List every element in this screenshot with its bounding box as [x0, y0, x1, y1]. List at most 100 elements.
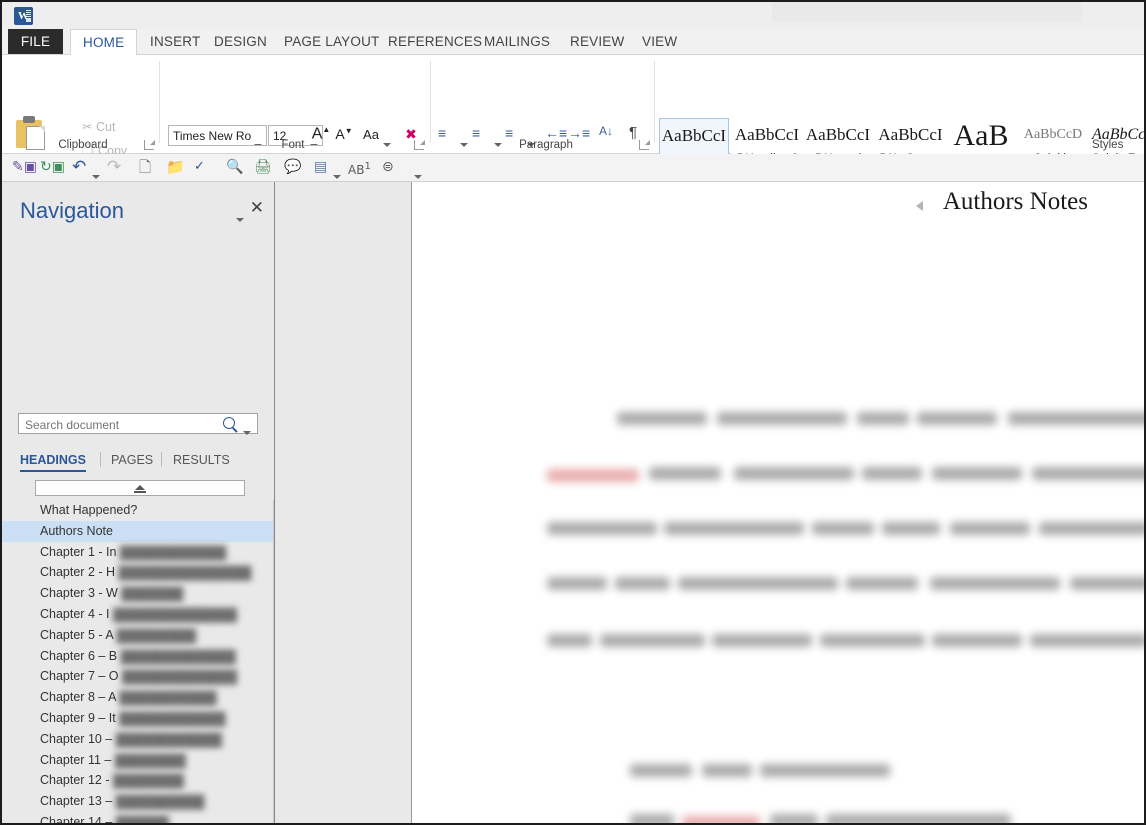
- tab-file[interactable]: FILE: [8, 29, 63, 54]
- paragraph-group-label: Paragraph: [436, 139, 656, 151]
- paragraph-dialog-launcher[interactable]: [639, 140, 649, 150]
- heading-label: Chapter 2 - H: [40, 565, 115, 579]
- headings-collapse-bar[interactable]: [35, 480, 245, 496]
- font-dialog-launcher[interactable]: [414, 140, 424, 150]
- sort-icon[interactable]: A↓: [599, 124, 613, 138]
- list-item[interactable]: Chapter 10 – ████████████: [2, 729, 274, 750]
- title-bar-shade: [772, 2, 1082, 22]
- list-item[interactable]: Chapter 13 – ██████████: [2, 791, 274, 812]
- style-sample: AaBbCcI: [803, 118, 873, 152]
- list-item[interactable]: Chapter 11 – ████████: [2, 750, 274, 771]
- heading-blurred-text: █████████████: [121, 647, 236, 668]
- font-group-label: Font: [168, 139, 418, 151]
- heading-label: Chapter 9 – It: [40, 711, 116, 725]
- word-logo-lines: [26, 10, 31, 22]
- word-window: W FILE HOME INSERT DESIGN PAGE LAYOUT RE…: [0, 0, 1146, 825]
- heading-label: Chapter 13 –: [40, 794, 112, 808]
- collapse-all-icon: [135, 485, 145, 490]
- style-sample: AaBbCcI: [873, 118, 948, 152]
- heading-blurred-text: ███████: [121, 584, 183, 605]
- heading-label: Chapter 12 -: [40, 773, 109, 787]
- style-sample: AaBbCcI: [731, 118, 803, 152]
- heading-blurred-text: ██████: [116, 813, 169, 825]
- document-page[interactable]: Authors Notes: [412, 182, 1144, 825]
- headings-list[interactable]: What Happened? Authors Note Chapter 1 - …: [2, 500, 274, 825]
- list-item[interactable]: What Happened?: [2, 500, 274, 521]
- quick-access-toolbar: ✎▣ ↻▣ ↶ ↷ 🗋 📁 ✓ 🔍 🖨 💬 ▤ AB1 ⊜: [2, 154, 1144, 182]
- word-logo-icon: W: [14, 7, 33, 25]
- heading-label: Chapter 1 - In: [40, 545, 116, 559]
- list-item[interactable]: Chapter 2 - H ███████████████: [2, 562, 274, 583]
- list-item[interactable]: Chapter 1 - In ████████████: [2, 542, 274, 563]
- tab-design[interactable]: DESIGN: [202, 29, 279, 54]
- track-changes-icon[interactable]: ✎▣: [12, 158, 37, 176]
- navtab-results[interactable]: RESULTS: [173, 453, 230, 467]
- list-item[interactable]: Chapter 8 – A ███████████: [2, 687, 274, 708]
- cut-command: ✂ Cut: [82, 119, 115, 134]
- search-icon[interactable]: [223, 417, 235, 429]
- layout-icon[interactable]: ▤: [314, 158, 327, 176]
- search-input[interactable]: [23, 414, 217, 435]
- ribbon: Paste ✂ Cut 🗍 Copy ✓ Format Painter Clip…: [2, 55, 1144, 154]
- list-item[interactable]: Chapter 4 - I ██████████████: [2, 604, 274, 625]
- heading-blurred-text: █████████████: [122, 667, 237, 688]
- search-document-box[interactable]: [18, 413, 258, 434]
- style-sample: AaB: [948, 118, 1014, 154]
- navtab-pages[interactable]: PAGES: [111, 453, 153, 467]
- heading-label: Chapter 4 - I: [40, 607, 109, 621]
- navigation-options-icon[interactable]: [236, 209, 244, 227]
- heading-label: Chapter 3 - W: [40, 586, 118, 600]
- heading-blurred-text: ████████████: [116, 730, 222, 751]
- scissors-icon: ✂: [82, 120, 92, 134]
- list-item[interactable]: Chapter 3 - W ███████: [2, 583, 274, 604]
- refresh-changes-icon[interactable]: ↻▣: [40, 158, 65, 176]
- new-document-icon[interactable]: 🗋: [139, 158, 151, 176]
- navtab-headings[interactable]: HEADINGS: [20, 453, 86, 472]
- collapse-triangle-icon[interactable]: [916, 201, 923, 211]
- styles-group-label: Styles: [1092, 139, 1146, 151]
- tab-home[interactable]: HOME: [70, 29, 137, 56]
- spelling-check-icon[interactable]: ✓: [194, 158, 205, 176]
- page-title: Authors Notes: [943, 188, 1088, 216]
- page-title-text: Authors Notes: [943, 188, 1088, 215]
- list-item[interactable]: Chapter 9 – It ████████████: [2, 708, 274, 729]
- list-item[interactable]: Chapter 12 - ████████: [2, 770, 274, 791]
- tab-page-layout[interactable]: PAGE LAYOUT: [272, 29, 391, 54]
- style-sample: AaBbCcD: [1014, 118, 1092, 152]
- print-icon[interactable]: 🖨: [254, 158, 272, 176]
- title-bar: W: [2, 2, 1144, 29]
- tab-mailings[interactable]: MAILINGS: [472, 29, 562, 54]
- list-item[interactable]: Chapter 14 – ██████: [2, 812, 274, 825]
- page-break-icon[interactable]: ⊜: [382, 158, 394, 176]
- tab-review[interactable]: REVIEW: [558, 29, 636, 54]
- document-gutter: [276, 182, 412, 825]
- navigation-close-icon[interactable]: ✕: [250, 200, 264, 217]
- heading-label: Chapter 7 – O: [40, 669, 119, 683]
- tab-view[interactable]: VIEW: [630, 29, 689, 54]
- search-options-dropdown-icon[interactable]: [243, 422, 251, 440]
- heading-label: Chapter 8 – A: [40, 690, 116, 704]
- print-preview-icon[interactable]: 🔍: [226, 158, 243, 176]
- footnote-icon[interactable]: AB1: [348, 158, 371, 179]
- new-comment-icon[interactable]: 💬: [284, 158, 301, 176]
- heading-label: Authors Note: [40, 524, 113, 538]
- heading-blurred-text: ███████████: [119, 688, 216, 709]
- ribbon-tab-bar: FILE HOME INSERT DESIGN PAGE LAYOUT REFE…: [2, 29, 1144, 55]
- heading-blurred-text: ██████████: [116, 792, 205, 813]
- navigation-scrollbar[interactable]: [273, 500, 274, 825]
- heading-blurred-text: ████████████: [119, 709, 225, 730]
- style-sample: AaBbCcI: [660, 119, 728, 153]
- heading-blurred-text: █████████: [116, 626, 196, 647]
- navigation-pane: Navigation ✕ HEADINGS PAGES RESULTS Wha: [2, 182, 275, 825]
- list-item[interactable]: Chapter 6 – B █████████████: [2, 646, 274, 667]
- clipboard-group-label: Clipboard: [16, 139, 150, 151]
- heading-blurred-text: ████████: [115, 751, 186, 772]
- list-item[interactable]: Authors Note: [2, 521, 274, 542]
- list-item[interactable]: Chapter 7 – O █████████████: [2, 666, 274, 687]
- list-item[interactable]: Chapter 5 - A █████████: [2, 625, 274, 646]
- clipboard-dialog-launcher[interactable]: [144, 140, 154, 150]
- open-folder-icon[interactable]: 📁: [166, 158, 185, 176]
- redo-icon[interactable]: ↷: [107, 158, 121, 176]
- heading-label: Chapter 6 – B: [40, 649, 117, 663]
- undo-icon[interactable]: ↶: [72, 158, 86, 176]
